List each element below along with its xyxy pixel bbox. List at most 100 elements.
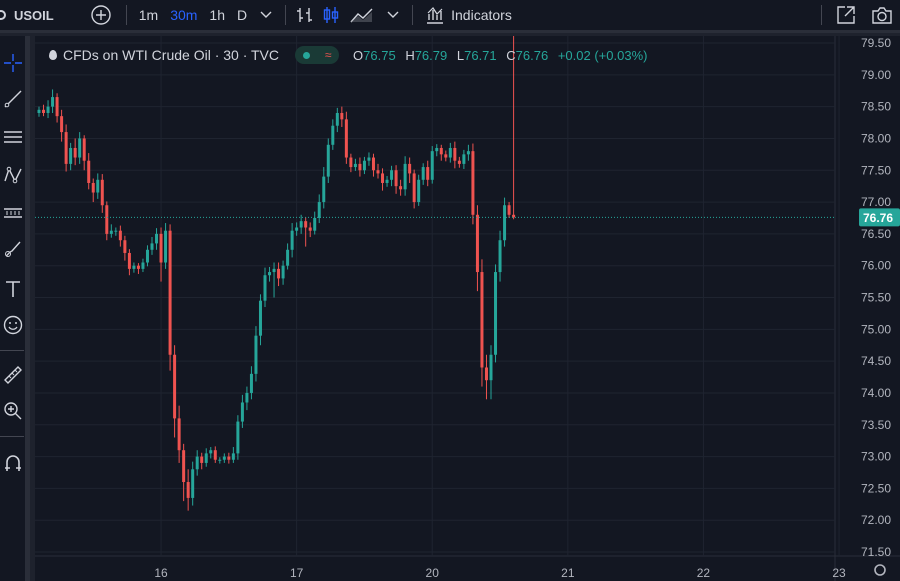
candle-body xyxy=(430,151,434,180)
candle-body xyxy=(177,418,181,451)
y-tick-label: 79.00 xyxy=(861,68,891,82)
candle-body xyxy=(82,138,86,161)
x-tick-label: 17 xyxy=(290,566,304,580)
candle-body xyxy=(381,173,385,183)
candle-body xyxy=(245,392,249,403)
trend-line-tool[interactable] xyxy=(0,86,25,112)
candle-body xyxy=(457,160,461,164)
area-style-button[interactable] xyxy=(344,0,380,32)
top-toolbar: USOIL 1m 30m 1h D Indicators xyxy=(0,0,900,33)
price-chart[interactable]: 79.50 79.00 78.50 78.00 77.50 77.00 76.50 76.00… xyxy=(35,36,900,581)
y-tick-label: 72.50 xyxy=(861,481,891,495)
candle-body xyxy=(155,233,159,244)
candle-body xyxy=(109,230,113,234)
close-key: C xyxy=(506,47,516,63)
open-key: O xyxy=(353,47,364,63)
emoji-tool[interactable] xyxy=(0,312,25,338)
candle-body xyxy=(466,151,470,155)
brush-icon xyxy=(4,241,21,257)
zoom-in-icon xyxy=(3,402,21,420)
snapshot-button[interactable] xyxy=(864,0,900,32)
candle-body xyxy=(299,221,303,228)
forecast-tool[interactable] xyxy=(0,200,25,226)
indicators-icon xyxy=(427,7,444,24)
candle-body xyxy=(173,354,177,419)
candle-body xyxy=(91,182,95,193)
close-value: 76.76 xyxy=(515,47,549,63)
timeframe-dropdown[interactable] xyxy=(253,0,279,32)
brush-tool[interactable] xyxy=(0,236,25,262)
symbol-search[interactable]: USOIL xyxy=(0,0,54,32)
x-tick-label: 23 xyxy=(832,566,846,580)
zoom-tool[interactable] xyxy=(0,398,25,424)
fib-lines-icon xyxy=(3,131,22,143)
candle-body xyxy=(231,453,235,460)
market-status-pill[interactable]: ≈ xyxy=(295,46,340,64)
y-tick-label: 78.00 xyxy=(861,131,891,145)
candle-body xyxy=(358,163,362,171)
candle-body xyxy=(73,147,77,158)
candle-body xyxy=(417,179,421,203)
search-icon xyxy=(0,10,6,20)
fullscreen-button[interactable] xyxy=(828,0,864,32)
bar-style-button[interactable] xyxy=(292,0,318,32)
external-link-icon xyxy=(837,6,855,24)
candle-body xyxy=(222,456,226,460)
chevron-down-icon xyxy=(387,11,399,18)
candle-body xyxy=(64,132,68,164)
candle-body xyxy=(471,151,475,215)
candle-style-button[interactable] xyxy=(318,0,344,32)
candle-body xyxy=(322,176,326,203)
indicators-button[interactable]: Indicators xyxy=(419,0,512,32)
candle-body xyxy=(335,112,339,126)
last-price-label: 76.76 xyxy=(863,211,893,225)
candle-body xyxy=(503,205,507,241)
y-tick-label: 76.50 xyxy=(861,227,891,241)
candle-body xyxy=(403,163,407,190)
measure-tool[interactable] xyxy=(0,362,25,388)
candle-body xyxy=(240,402,244,422)
candle-body xyxy=(96,179,100,193)
chart-style-dropdown[interactable] xyxy=(380,0,406,32)
candle-body xyxy=(489,354,493,381)
candle-body xyxy=(236,421,240,454)
candle-body xyxy=(105,205,109,234)
pattern-tool[interactable] xyxy=(0,162,25,188)
chevron-down-icon xyxy=(260,11,272,18)
candle-body xyxy=(42,109,46,113)
timeframe-1m[interactable]: 1m xyxy=(133,0,164,32)
candle-body xyxy=(286,249,290,266)
candle-body xyxy=(46,106,50,113)
oil-drop-icon xyxy=(49,50,57,60)
fib-tool[interactable] xyxy=(0,124,25,150)
candle-body xyxy=(475,214,479,273)
candle-body xyxy=(254,335,258,374)
candle-body xyxy=(462,154,466,164)
bars-icon xyxy=(297,8,313,22)
price-scale xyxy=(835,36,900,581)
text-tool[interactable] xyxy=(0,276,25,302)
candle-body xyxy=(371,157,375,171)
candle-body xyxy=(218,459,222,461)
x-tick-label: 21 xyxy=(561,566,575,580)
toolbar-divider xyxy=(412,5,414,25)
candle-body xyxy=(69,147,73,164)
y-tick-label: 75.00 xyxy=(861,322,891,336)
candle-body xyxy=(195,456,199,470)
candle-body xyxy=(367,157,371,161)
y-tick-label: 74.50 xyxy=(861,354,891,368)
candle-body xyxy=(258,300,262,336)
magnet-tool[interactable] xyxy=(0,450,25,476)
timeframe-1h[interactable]: 1h xyxy=(203,0,231,32)
series-legend: CFDs on WTI Crude Oil · 30 · TVC ≈ O76.7… xyxy=(49,46,653,64)
timeframe-30m[interactable]: 30m xyxy=(164,0,203,32)
candle-body xyxy=(132,265,136,269)
x-tick-label: 22 xyxy=(697,566,711,580)
text-icon xyxy=(5,281,20,297)
crosshair-tool[interactable] xyxy=(0,50,25,76)
compare-symbol-button[interactable] xyxy=(88,0,114,32)
timeframe-d[interactable]: D xyxy=(231,0,253,32)
candle-body xyxy=(344,119,348,158)
candle-body xyxy=(123,240,127,253)
candle-body xyxy=(507,205,511,215)
